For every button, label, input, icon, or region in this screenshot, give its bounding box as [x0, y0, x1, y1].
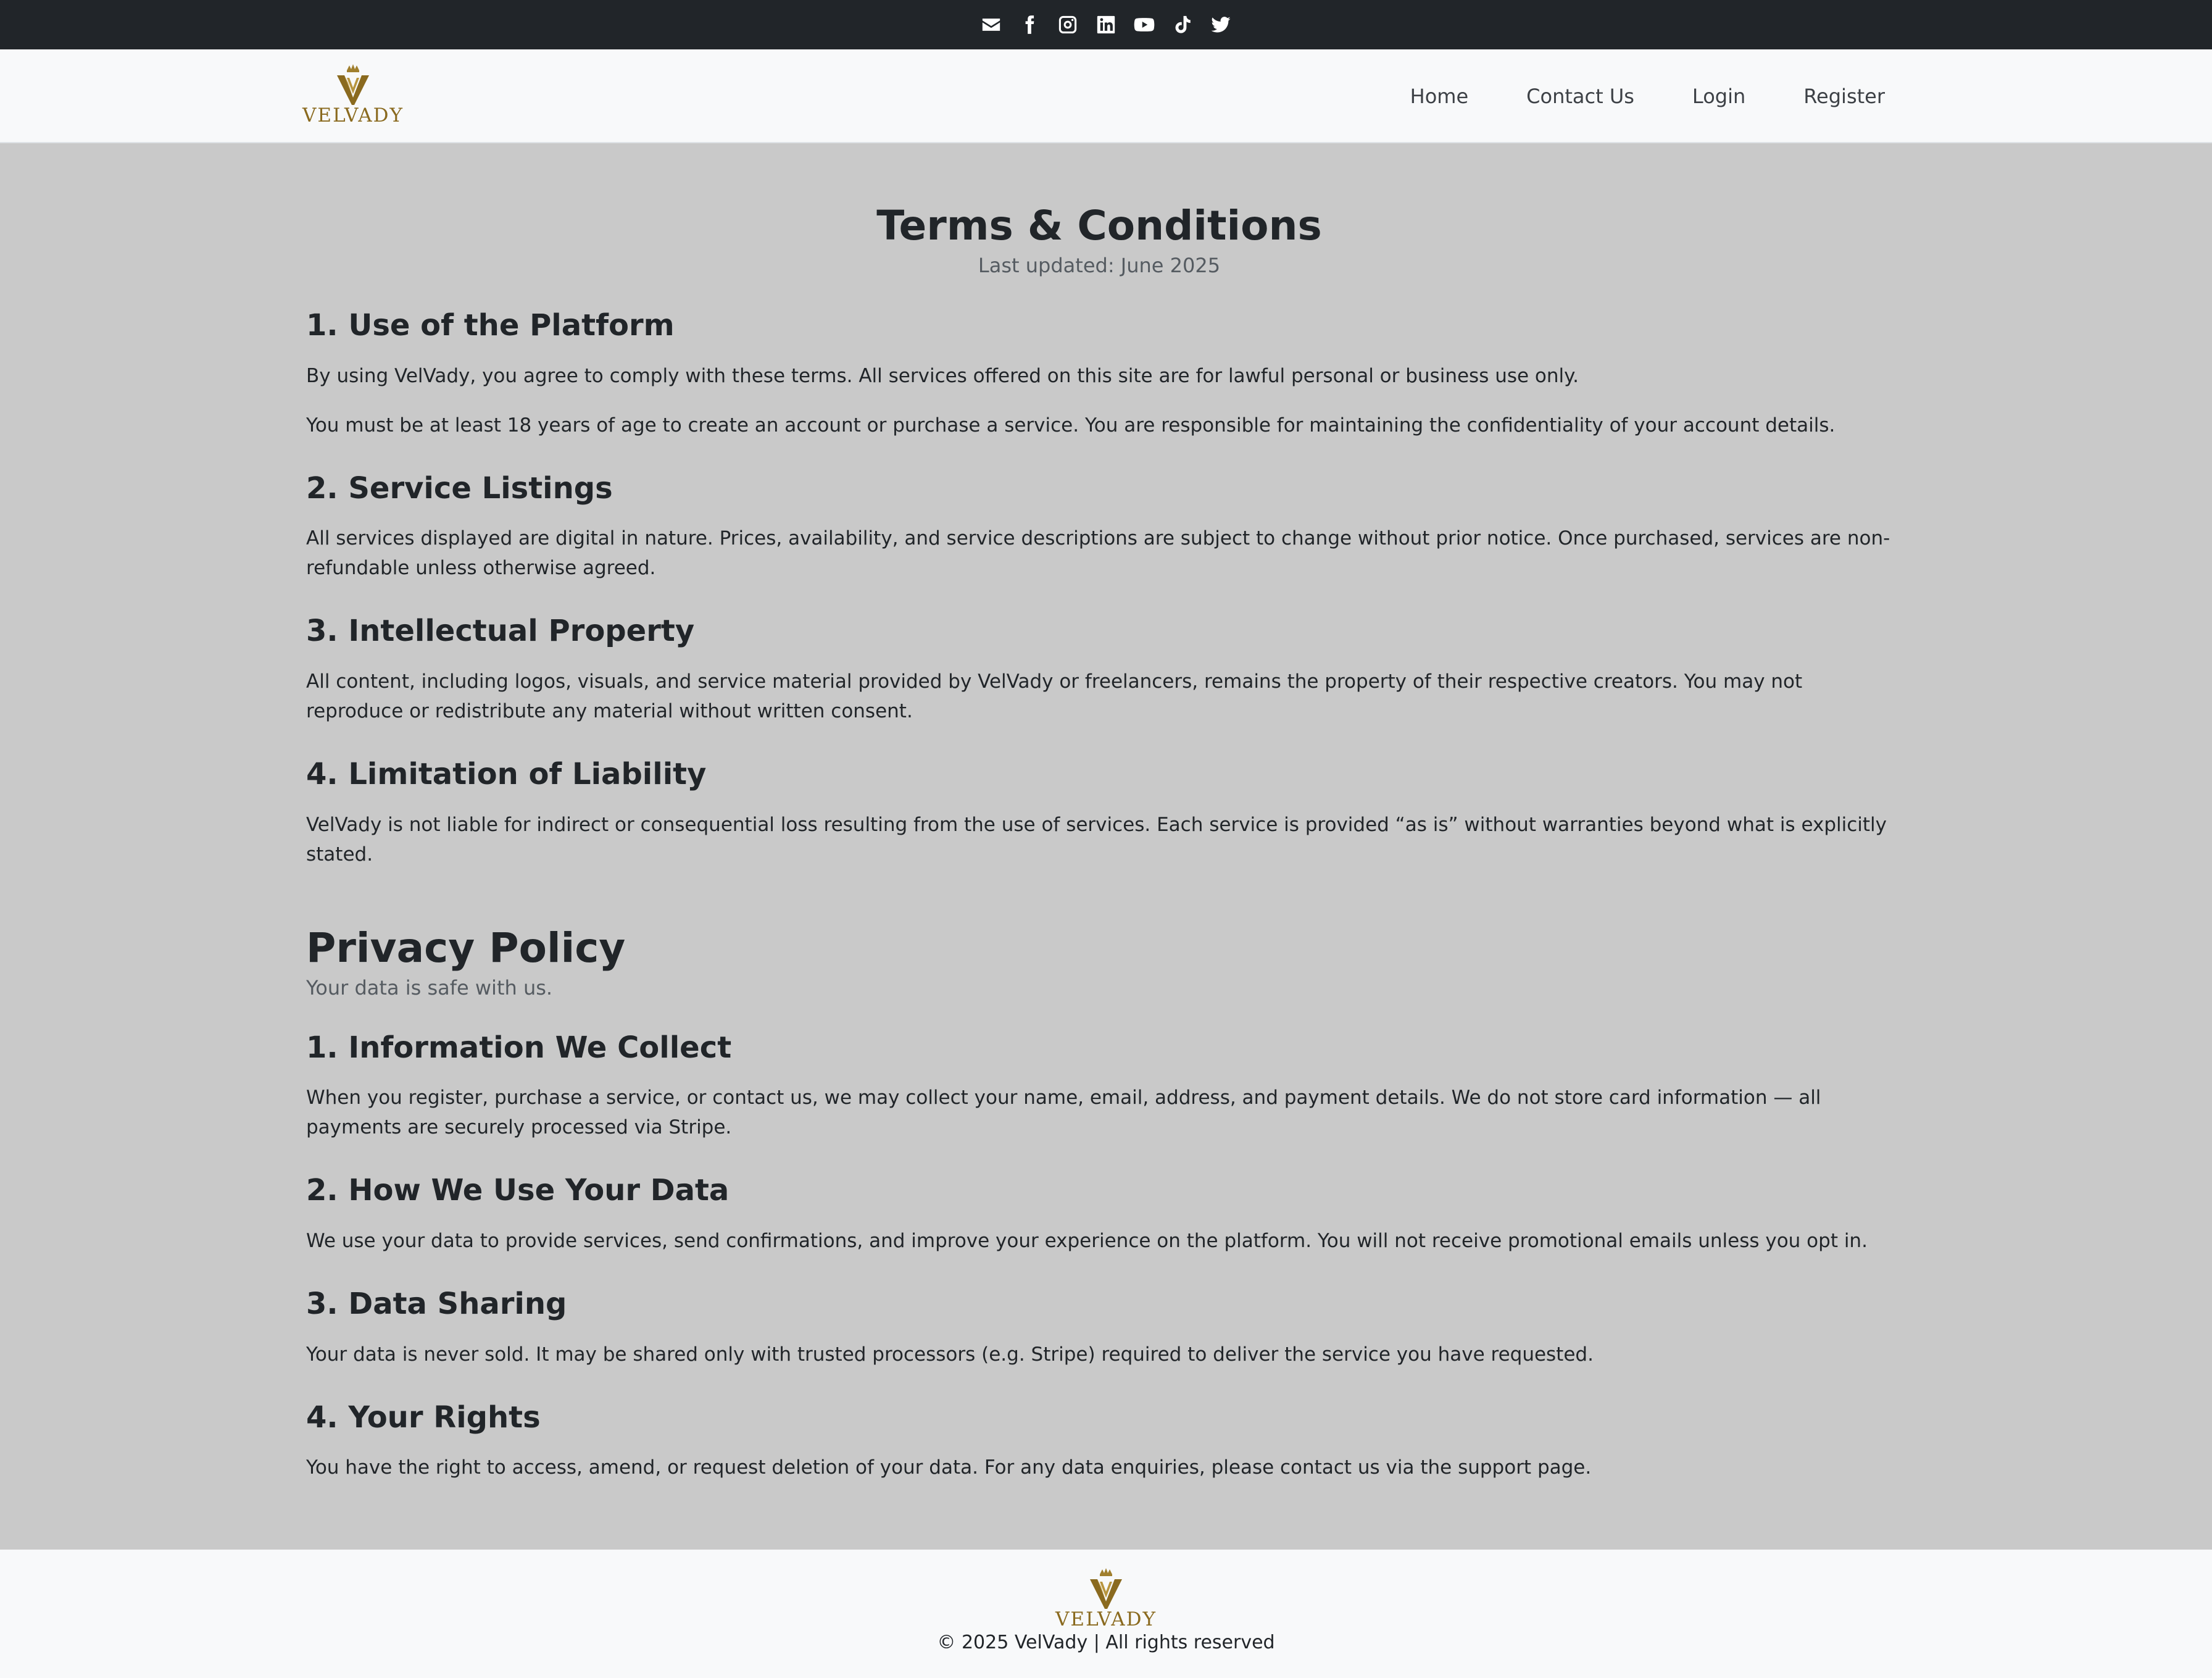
facebook-icon[interactable] — [1017, 12, 1042, 37]
envelope-icon[interactable] — [979, 12, 1004, 37]
privacy-title: Privacy Policy — [306, 924, 626, 972]
section-paragraph: Your data is never sold. It may be share… — [306, 1343, 1594, 1366]
section-heading: 1. Use of the Platform — [306, 308, 675, 343]
section-paragraph: You have the right to access, amend, or … — [306, 1456, 1592, 1479]
footer: VELVADY © 2025 VelVady | All rights rese… — [0, 1550, 2212, 1678]
nav-login-link[interactable]: Login — [1663, 49, 1774, 143]
terms-section-4: 4. Limitation of Liability VelVady is no… — [306, 757, 1892, 869]
navbar: VELVADY Home Contact Us Login Register — [0, 49, 2212, 143]
brand-logo[interactable]: VELVADY — [302, 64, 404, 127]
crown-v-logo-icon — [337, 64, 369, 105]
section-paragraph: VelVady is not liable for indirect or co… — [306, 813, 1887, 866]
terms-last-updated: Last updated: June 2025 — [978, 254, 1221, 278]
nav-contact-link[interactable]: Contact Us — [1497, 49, 1663, 143]
section-paragraph: When you register, purchase a service, o… — [306, 1087, 1821, 1139]
footer-logo[interactable]: VELVADY — [1055, 1568, 1157, 1630]
section-paragraph: You must be at least 18 years of age to … — [306, 414, 1836, 436]
brand-name: VELVADY — [302, 104, 404, 127]
privacy-section-3: 3. Data Sharing Your data is never sold.… — [306, 1287, 1892, 1369]
tiktok-icon[interactable] — [1170, 12, 1195, 37]
main-content: Terms & Conditions Last updated: June 20… — [306, 143, 1892, 1482]
privacy-section-2: 2. How We Use Your Data We use your data… — [306, 1173, 1892, 1256]
linkedin-icon[interactable] — [1094, 12, 1118, 37]
copyright-text: © 2025 VelVady | All rights reserved — [937, 1632, 1275, 1653]
nav-links: Home Contact Us Login Register — [1381, 49, 1885, 143]
terms-title: Terms & Conditions — [876, 202, 1322, 249]
privacy-section-4: 4. Your Rights You have the right to acc… — [306, 1400, 1892, 1483]
instagram-icon[interactable] — [1055, 12, 1080, 37]
nav-home-link[interactable]: Home — [1381, 49, 1498, 143]
terms-section-3: 3. Intellectual Property All content, in… — [306, 614, 1892, 726]
section-heading: 4. Your Rights — [306, 1400, 541, 1435]
social-bar — [0, 0, 2212, 49]
section-heading: 3. Data Sharing — [306, 1286, 567, 1321]
section-heading: 2. Service Listings — [306, 470, 613, 506]
section-paragraph: All content, including logos, visuals, a… — [306, 670, 1803, 722]
terms-section-1: 1. Use of the Platform By using VelVady,… — [306, 308, 1892, 440]
footer-brand-name: VELVADY — [1055, 1608, 1157, 1630]
privacy-section-1: 1. Information We Collect When you regis… — [306, 1030, 1892, 1143]
section-heading: 2. How We Use Your Data — [306, 1173, 730, 1208]
section-paragraph: All services displayed are digital in na… — [306, 527, 1890, 580]
section-paragraph: We use your data to provide services, se… — [306, 1229, 1868, 1252]
youtube-icon[interactable] — [1132, 12, 1157, 37]
privacy-subtitle: Your data is safe with us. — [306, 975, 553, 1000]
section-heading: 4. Limitation of Liability — [306, 756, 707, 791]
section-heading: 1. Information We Collect — [306, 1030, 732, 1065]
twitter-icon[interactable] — [1208, 12, 1233, 37]
section-heading: 3. Intellectual Property — [306, 614, 695, 649]
terms-section-2: 2. Service Listings All services display… — [306, 471, 1892, 583]
crown-v-logo-icon — [1090, 1568, 1122, 1609]
section-paragraph: By using VelVady, you agree to comply wi… — [306, 364, 1579, 387]
nav-register-link[interactable]: Register — [1774, 49, 1885, 143]
